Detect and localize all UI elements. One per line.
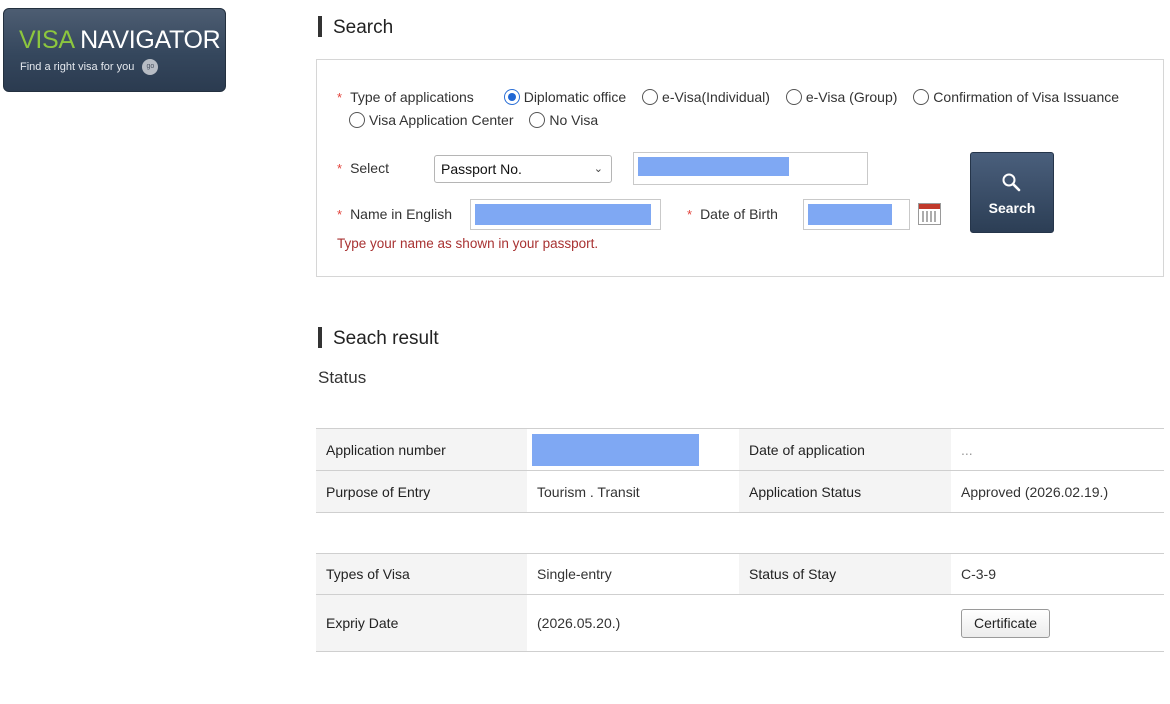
certificate-button[interactable]: Certificate (961, 608, 1051, 638)
search-section-title: Search (318, 16, 393, 39)
select-label: Select (350, 160, 389, 176)
search-button-label: Search (988, 200, 1036, 216)
status-of-stay-label: Status of Stay (739, 553, 951, 595)
chevron-down-icon: ⌄ (593, 163, 603, 175)
certificate-cell: Certificate (951, 595, 1164, 652)
logo-word-navigator: NAVIGATOR (80, 26, 221, 54)
date-of-birth-input[interactable] (803, 199, 910, 230)
types-of-visa-label: Types of Visa (316, 553, 527, 595)
visa-navigator-logo[interactable]: VISA NAVIGATOR Find a right visa for you… (3, 8, 226, 92)
result-section-title: Seach result (318, 327, 439, 350)
id-type-select-value: Passport No. (441, 161, 522, 177)
table-row: Application number Date of application .… (316, 428, 1164, 471)
application-number-label: Application number (316, 428, 527, 471)
radio-label-visa-application-center[interactable]: Visa Application Center (369, 112, 514, 128)
dob-row-label: * Date of Birth (687, 206, 778, 222)
required-mark: * (337, 161, 343, 176)
purpose-of-entry-value: Tourism . Transit (537, 483, 640, 500)
empty-cell (739, 595, 951, 652)
radio-label-no-visa[interactable]: No Visa (549, 112, 598, 128)
application-status-table: Application number Date of application .… (316, 428, 1164, 513)
redacted-passport-number (638, 157, 789, 176)
visa-details-table: Types of Visa Single-entry Status of Sta… (316, 553, 1164, 652)
magnifier-icon (1002, 173, 1021, 192)
logo-tagline: Find a right visa for you (20, 60, 135, 73)
expiry-date-value: (2026.05.20.) (537, 615, 621, 631)
application-type-row: * Type of applications Diplomatic office … (337, 86, 1137, 131)
calendar-icon[interactable] (918, 203, 941, 225)
logo-word-visa: VISA (19, 26, 74, 54)
result-title-text: Seach result (333, 328, 439, 349)
name-in-english-label: Name in English (350, 206, 452, 222)
status-of-stay-value: C-3-9 (961, 566, 997, 582)
name-row-label: * Name in English (337, 206, 452, 222)
redacted-application-number (532, 433, 699, 466)
logo-tagline-row: Find a right visa for you go (20, 59, 159, 75)
required-mark: * (687, 207, 693, 222)
expiry-date-label: Expriy Date (316, 594, 527, 652)
search-button[interactable]: Search (970, 152, 1054, 233)
radio-label-confirmation-of-visa-issuance[interactable]: Confirmation of Visa Issuance (933, 89, 1119, 105)
required-mark: * (337, 90, 343, 105)
search-title-text: Search (333, 17, 394, 38)
radio-evisa-group[interactable] (785, 89, 802, 105)
table-row: Types of Visa Single-entry Status of Sta… (316, 553, 1164, 595)
id-type-select[interactable]: Passport No. ⌄ (434, 155, 612, 183)
table-row: Expriy Date (2026.05.20.) Certificate (316, 594, 1164, 652)
type-of-applications-label: Type of applications (350, 89, 474, 105)
date-of-birth-label: Date of Birth (700, 206, 778, 222)
name-in-english-input[interactable] (470, 199, 661, 230)
search-form: * Type of applications Diplomatic office … (316, 59, 1164, 277)
radio-confirmation-of-visa-issuance[interactable] (913, 89, 930, 105)
radio-visa-application-center[interactable] (349, 112, 365, 128)
radio-diplomatic-office[interactable] (503, 89, 520, 105)
redacted-name (475, 204, 651, 225)
radio-label-evisa-individual[interactable]: e-Visa(Individual) (662, 89, 770, 105)
required-mark: * (337, 207, 343, 222)
types-of-visa-value: Single-entry (537, 566, 612, 582)
radio-label-evisa-group[interactable]: e-Visa (Group) (806, 89, 898, 105)
table-row: Purpose of Entry Tourism . Transit Appli… (316, 470, 1164, 513)
status-subtitle: Status (318, 368, 367, 387)
radio-no-visa[interactable] (529, 112, 546, 128)
date-of-application-label: Date of application (739, 428, 951, 471)
purpose-of-entry-label: Purpose of Entry (316, 470, 527, 513)
application-status-label: Application Status (739, 470, 951, 513)
go-icon: go (142, 59, 159, 75)
passport-number-input[interactable] (633, 152, 868, 185)
section-bar-icon (318, 327, 322, 348)
date-of-application-value: ... (961, 441, 973, 458)
redacted-date-of-birth (808, 204, 892, 225)
select-row-label: * Select (337, 160, 389, 176)
section-bar-icon (318, 16, 322, 37)
name-hint-text: Type your name as shown in your passport… (337, 236, 599, 251)
application-status-value: Approved (2026.02.19.) (961, 483, 1109, 500)
radio-label-diplomatic-office[interactable]: Diplomatic office (524, 89, 626, 105)
radio-evisa-individual[interactable] (642, 89, 659, 105)
logo-title: VISA NAVIGATOR (19, 26, 221, 55)
application-number-value (527, 429, 739, 471)
